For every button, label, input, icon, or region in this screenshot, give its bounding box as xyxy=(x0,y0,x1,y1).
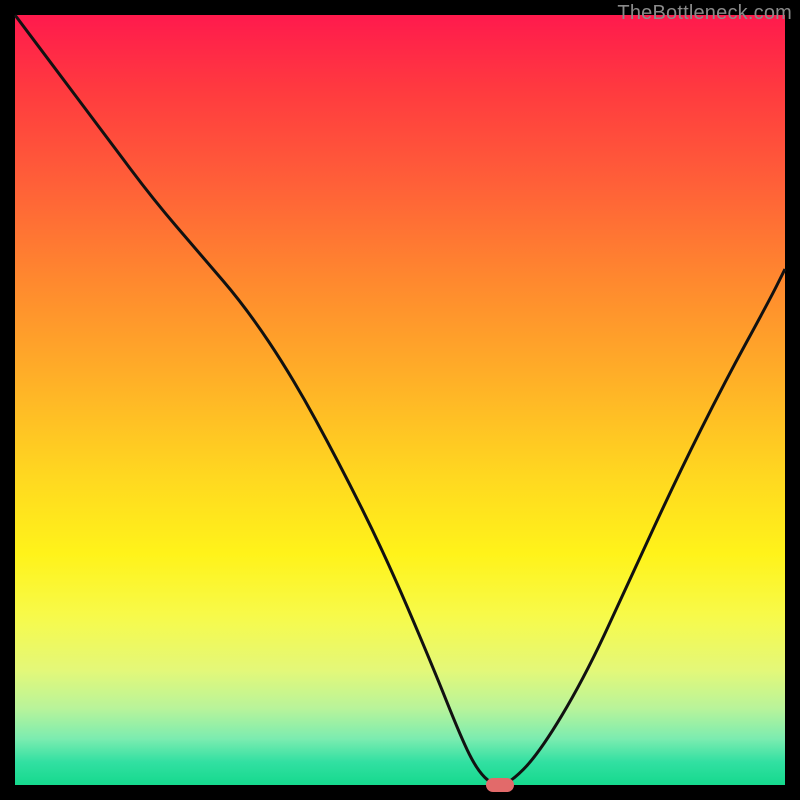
plot-area xyxy=(15,15,785,785)
bottleneck-curve xyxy=(15,15,785,785)
optimal-marker xyxy=(486,778,514,792)
curve-path xyxy=(15,15,785,785)
watermark-text: TheBottleneck.com xyxy=(617,2,792,25)
chart-frame: TheBottleneck.com xyxy=(0,0,800,800)
